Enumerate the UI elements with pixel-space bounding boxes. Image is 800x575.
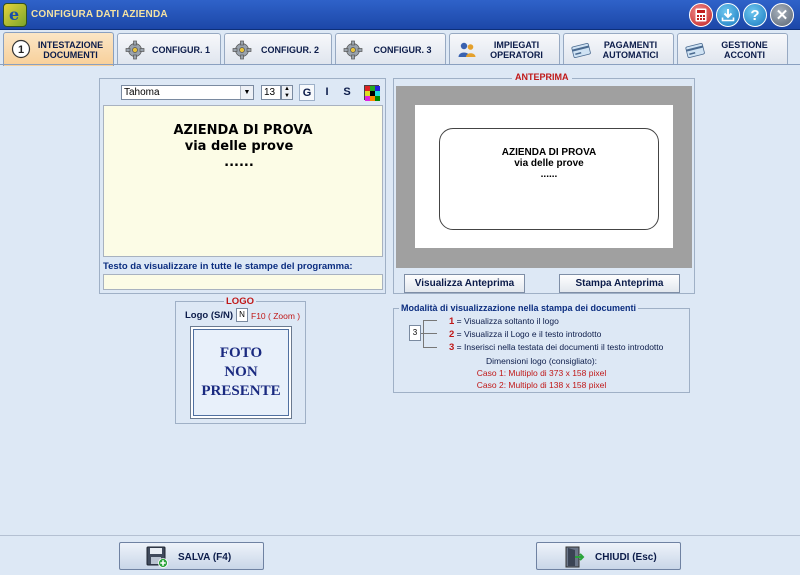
save-button[interactable]: SALVA (F4): [119, 542, 264, 570]
logo-dimensions-case-2: Caso 2: Multiplo di 138 x 158 pixel: [476, 380, 607, 390]
tab-label: INTESTAZIONE DOCUMENTI: [37, 39, 104, 60]
tab-label: CONFIGUR. 3: [373, 44, 432, 55]
gear-icon: [125, 40, 145, 60]
tab-label: CONFIGUR. 2: [260, 44, 319, 55]
color-picker-icon[interactable]: [364, 85, 380, 101]
underline-button[interactable]: S: [339, 84, 355, 101]
tab-impiegati-operatori[interactable]: IMPIEGATI OPERATORI: [449, 33, 560, 65]
placeholder-line: PRESENTE: [201, 383, 281, 399]
tree-connector: [423, 333, 437, 334]
tab-label: CONFIGUR. 1: [151, 44, 210, 55]
gear-icon: [343, 40, 363, 60]
svg-text:1: 1: [18, 44, 24, 56]
tab-pagamenti-automatici[interactable]: PAGAMENTI AUTOMATICI: [563, 33, 674, 65]
calculator-icon[interactable]: [689, 3, 713, 27]
close-icon[interactable]: ✕: [770, 3, 794, 27]
spin-down-icon[interactable]: ▼: [282, 93, 292, 100]
chevron-down-icon[interactable]: ▼: [240, 86, 253, 99]
text-line: ......: [224, 155, 254, 170]
logo-title: LOGO: [224, 296, 256, 307]
tab-divider: [0, 64, 800, 65]
font-name-value: Tahoma: [124, 87, 160, 98]
bold-button[interactable]: G: [299, 84, 315, 101]
mode-option-2: 2 = Visualizza il Logo e il testo introd…: [449, 329, 601, 340]
font-size-input[interactable]: 13: [261, 85, 281, 100]
text-line: AZIENDA DI PROVA: [173, 123, 313, 138]
logo-dimensions-case-1: Caso 1: Multiplo di 373 x 158 pixel: [476, 368, 607, 378]
tab-intestazione-documenti[interactable]: 1 INTESTAZIONE DOCUMENTI: [3, 32, 114, 66]
header-text-editor: Tahoma ▼ 13 ▲ ▼ G I S AZIENDA DI PROVA v…: [99, 78, 386, 294]
logo-image-box[interactable]: FOTO NON PRESENTE: [190, 326, 292, 419]
font-size-spinner[interactable]: ▲ ▼: [281, 85, 293, 100]
tab-gestione-acconti[interactable]: GESTIONE ACCONTI: [677, 33, 788, 65]
logo-panel: LOGO Logo (S/N) N F10 ( Zoom ) FOTO NON …: [175, 296, 306, 424]
tab-label: PAGAMENTI AUTOMATICI: [602, 39, 659, 60]
placeholder-line: NON: [224, 364, 258, 380]
header-text-area[interactable]: AZIENDA DI PROVA via delle prove ......: [103, 105, 383, 257]
title-bar: e CONFIGURA DATI AZIENDA ? ✕: [0, 0, 800, 30]
option-text: = Visualizza il Logo e il testo introdot…: [454, 329, 602, 339]
preview-line: via delle prove: [514, 158, 584, 169]
option-text: = Visualizza soltanto il logo: [454, 316, 559, 326]
tab-bar: 1 INTESTAZIONE DOCUMENTI CONFIGUR. 1 CON…: [0, 30, 800, 66]
tab-configur-2[interactable]: CONFIGUR. 2: [224, 33, 332, 65]
save-icon: [146, 546, 168, 568]
print-preview-button[interactable]: Stampa Anteprima: [559, 274, 680, 293]
text-line: via delle prove: [184, 139, 294, 154]
mode-option-3: 3 = Inserisci nella testata dei document…: [449, 342, 663, 353]
tab-label: GESTIONE ACCONTI: [721, 39, 768, 60]
help-icon[interactable]: ?: [743, 3, 767, 27]
window-title: CONFIGURA DATI AZIENDA: [31, 9, 168, 20]
preview-area: AZIENDA DI PROVA via delle prove ......: [396, 86, 692, 268]
option-text: = Inserisci nella testata dei documenti …: [454, 342, 664, 352]
preview-line: AZIENDA DI PROVA: [501, 147, 597, 158]
footer-text-label: Testo da visualizzare in tutte le stampe…: [103, 261, 353, 272]
logo-dimensions-header: Dimensioni logo (consigliato):: [485, 356, 598, 366]
preview-title: ANTEPRIMA: [512, 72, 572, 82]
close-button[interactable]: CHIUDI (Esc): [536, 542, 681, 570]
spin-up-icon[interactable]: ▲: [282, 86, 292, 93]
preview-panel: ANTEPRIMA AZIENDA DI PROVA via delle pro…: [393, 72, 695, 294]
app-logo-icon: e: [3, 3, 27, 27]
preview-header-card: AZIENDA DI PROVA via delle prove ......: [439, 128, 659, 230]
save-button-label: SALVA (F4): [178, 552, 232, 563]
logo-placeholder: FOTO NON PRESENTE: [193, 329, 289, 416]
number-one-icon: 1: [11, 39, 31, 59]
italic-button[interactable]: I: [319, 84, 335, 101]
tree-connector: [423, 347, 437, 348]
card-icon: [685, 43, 705, 58]
download-icon[interactable]: [716, 3, 740, 27]
users-icon: [458, 42, 476, 57]
preview-page: AZIENDA DI PROVA via delle prove ......: [415, 105, 673, 248]
exit-door-icon: [565, 546, 585, 568]
logo-yn-label: Logo (S/N): [185, 310, 234, 321]
tab-configur-1[interactable]: CONFIGUR. 1: [117, 33, 221, 65]
logo-zoom-hint: F10 ( Zoom ): [251, 311, 301, 321]
card-icon: [571, 43, 591, 58]
display-mode-panel: Modalità di visualizzazione nella stampa…: [393, 303, 690, 393]
display-mode-title: Modalità di visualizzazione nella stampa…: [399, 303, 639, 313]
tab-label: IMPIEGATI OPERATORI: [490, 39, 543, 60]
tab-configur-3[interactable]: CONFIGUR. 3: [335, 33, 446, 65]
preview-line: ......: [540, 169, 558, 180]
bottom-bar: SALVA (F4) CHIUDI (Esc): [0, 535, 800, 575]
show-preview-button[interactable]: Visualizza Anteprima: [404, 274, 525, 293]
tree-connector: [423, 320, 437, 321]
display-mode-input[interactable]: 3: [409, 325, 421, 341]
close-button-label: CHIUDI (Esc): [595, 552, 657, 563]
placeholder-line: FOTO: [219, 345, 263, 361]
logo-yn-input[interactable]: N: [236, 308, 248, 322]
footer-text-input[interactable]: [103, 274, 383, 290]
mode-option-1: 1 = Visualizza soltanto il logo: [449, 316, 559, 327]
gear-icon: [232, 40, 252, 60]
font-name-select[interactable]: Tahoma ▼: [121, 85, 254, 100]
